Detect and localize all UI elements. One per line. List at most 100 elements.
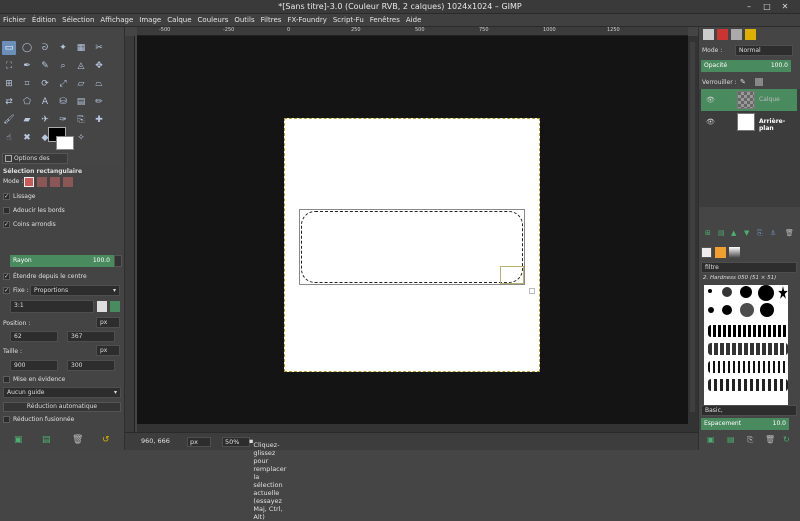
- align-icon[interactable]: ⊞: [2, 77, 16, 91]
- new-brush-icon[interactable]: ▤: [727, 435, 735, 444]
- texture-brushes-row[interactable]: [708, 325, 788, 337]
- texture-brushes-row[interactable]: [708, 343, 788, 355]
- gradients-tab-icon[interactable]: [729, 247, 740, 258]
- cage-icon[interactable]: ⬠: [20, 95, 34, 109]
- antialiasing-checkbox[interactable]: ✓: [3, 193, 10, 200]
- refresh-brushes-icon[interactable]: ↻: [783, 435, 790, 444]
- text-icon[interactable]: A: [38, 95, 52, 109]
- anchor-layer-icon[interactable]: ⚓: [770, 229, 776, 237]
- shrink-merged-checkbox[interactable]: [3, 416, 10, 423]
- reset-options-icon[interactable]: ↺: [102, 435, 110, 445]
- heal-icon[interactable]: ✚: [92, 113, 106, 127]
- texture-brushes-row[interactable]: [708, 379, 788, 391]
- delete-options-icon[interactable]: 🗑: [72, 435, 83, 445]
- vertical-scrollbar[interactable]: [688, 36, 698, 432]
- menu-outils[interactable]: Outils: [231, 14, 257, 27]
- vertical-ruler[interactable]: [125, 36, 135, 432]
- paths-tab-icon[interactable]: [731, 29, 742, 40]
- menu-calque[interactable]: Calque: [164, 14, 194, 27]
- menu-selection[interactable]: Sélection: [59, 14, 97, 27]
- resize-handle[interactable]: [500, 266, 524, 284]
- lower-layer-icon[interactable]: ▼: [744, 229, 749, 237]
- tab-tool-options[interactable]: Options des outils: [2, 153, 68, 172]
- brush-3[interactable]: [740, 286, 752, 298]
- delete-brush-icon[interactable]: 🗑: [765, 435, 775, 444]
- menu-fx-foundry[interactable]: FX-Foundry: [284, 14, 329, 27]
- menu-fenetres[interactable]: Fenêtres: [367, 14, 403, 27]
- fg-bg-colors[interactable]: [48, 127, 78, 151]
- perspective-icon[interactable]: ⏢: [92, 77, 106, 91]
- menu-couleurs[interactable]: Couleurs: [195, 14, 232, 27]
- antialiasing-row[interactable]: ✓ Lissage: [3, 193, 35, 200]
- brush-8[interactable]: [760, 303, 774, 317]
- free-select-icon[interactable]: ᘐ: [38, 41, 52, 55]
- menu-fichier[interactable]: Fichier: [0, 14, 29, 27]
- channels-tab-icon[interactable]: [717, 29, 728, 40]
- rounded-checkbox[interactable]: ✓: [3, 221, 10, 228]
- vscroll-thumb[interactable]: [690, 42, 695, 412]
- portrait-icon[interactable]: [97, 301, 107, 312]
- color-select-icon[interactable]: ▦: [74, 41, 88, 55]
- image-canvas[interactable]: [284, 118, 540, 372]
- scissors-icon[interactable]: ✂: [92, 41, 106, 55]
- undo-tab-icon[interactable]: [745, 29, 756, 40]
- rounded-row[interactable]: ✓ Coins arrondis: [3, 221, 56, 228]
- edit-brush-icon[interactable]: ▣: [707, 435, 715, 444]
- layers-tab-icon[interactable]: [703, 29, 714, 40]
- layer-group-icon[interactable]: ▤: [718, 229, 725, 237]
- bucket-fill-icon[interactable]: ⛁: [56, 95, 70, 109]
- background-color-swatch[interactable]: [56, 136, 74, 150]
- brush-preset-select[interactable]: Basic,: [701, 405, 797, 416]
- duplicate-layer-icon[interactable]: ⎘: [757, 229, 763, 238]
- flip-icon[interactable]: ⇄: [2, 95, 16, 109]
- opacity-slider[interactable]: Opacité 100.0: [701, 60, 791, 72]
- zoom-select[interactable]: 50%: [222, 437, 251, 447]
- pencil-icon[interactable]: ✏: [92, 95, 106, 109]
- layer-item[interactable]: 👁 Calque: [701, 89, 797, 111]
- color-picker-icon[interactable]: ✎: [38, 59, 52, 73]
- crop-icon[interactable]: ⌗: [20, 77, 34, 91]
- eraser-icon[interactable]: ▰: [20, 113, 34, 127]
- guides-select[interactable]: Aucun guide ▾: [3, 387, 121, 398]
- mode-add-icon[interactable]: [37, 177, 47, 187]
- horizontal-ruler[interactable]: -500 -250 0 250 500 750 1000 1250: [137, 27, 688, 36]
- raise-layer-icon[interactable]: ▲: [731, 229, 736, 237]
- menu-aide[interactable]: Aide: [403, 14, 424, 27]
- foreground-select-icon[interactable]: ⛶: [2, 59, 16, 73]
- menu-affichage[interactable]: Affichage: [97, 14, 136, 27]
- paintbrush-icon[interactable]: 🖌: [2, 113, 16, 127]
- highlight-checkbox[interactable]: [3, 376, 10, 383]
- fixed-mode-select[interactable]: Proportions ▾: [30, 285, 120, 296]
- delete-layer-icon[interactable]: 🗑: [785, 229, 794, 237]
- rect-select-icon[interactable]: ▭: [2, 41, 16, 55]
- rounded-selection[interactable]: [301, 211, 523, 283]
- menu-edition[interactable]: Édition: [29, 14, 59, 27]
- duplicate-brush-icon[interactable]: ⎘: [747, 435, 753, 445]
- save-options-icon[interactable]: ▣: [14, 435, 23, 445]
- mode-subtract-icon[interactable]: [50, 177, 60, 187]
- canvas-area[interactable]: [137, 36, 688, 432]
- brush-grid[interactable]: [704, 285, 788, 405]
- menu-script-fu[interactable]: Script-Fu: [330, 14, 367, 27]
- airbrush-icon[interactable]: ✈: [38, 113, 52, 127]
- zoom-icon[interactable]: ⌕: [56, 59, 70, 73]
- brush-filter-input[interactable]: filtre: [701, 262, 797, 273]
- spacing-slider[interactable]: Espacement 10.0: [701, 418, 789, 430]
- shear-icon[interactable]: ▱: [74, 77, 88, 91]
- brushes-tab-icon[interactable]: [701, 247, 712, 258]
- layer-mode-select[interactable]: Normal: [735, 45, 793, 56]
- visibility-eye-icon[interactable]: 👁: [706, 96, 715, 104]
- position-y-input[interactable]: 367: [67, 331, 115, 342]
- restore-options-icon[interactable]: ▤: [42, 435, 51, 445]
- menu-image[interactable]: Image: [136, 14, 164, 27]
- fuzzy-select-icon[interactable]: ✦: [56, 41, 70, 55]
- new-layer-icon[interactable]: ⊞: [705, 229, 711, 237]
- brush-5[interactable]: [708, 307, 714, 313]
- unit-select[interactable]: px: [187, 437, 211, 447]
- feather-row[interactable]: Adoucir les bords: [3, 207, 65, 214]
- shrink-merged-row[interactable]: Réduction fusionnée: [3, 416, 74, 423]
- measure-icon[interactable]: ◬: [74, 59, 88, 73]
- expand-center-row[interactable]: ✓ Étendre depuis le centre: [3, 273, 87, 280]
- move-icon[interactable]: ✥: [92, 59, 106, 73]
- mode-intersect-icon[interactable]: [63, 177, 73, 187]
